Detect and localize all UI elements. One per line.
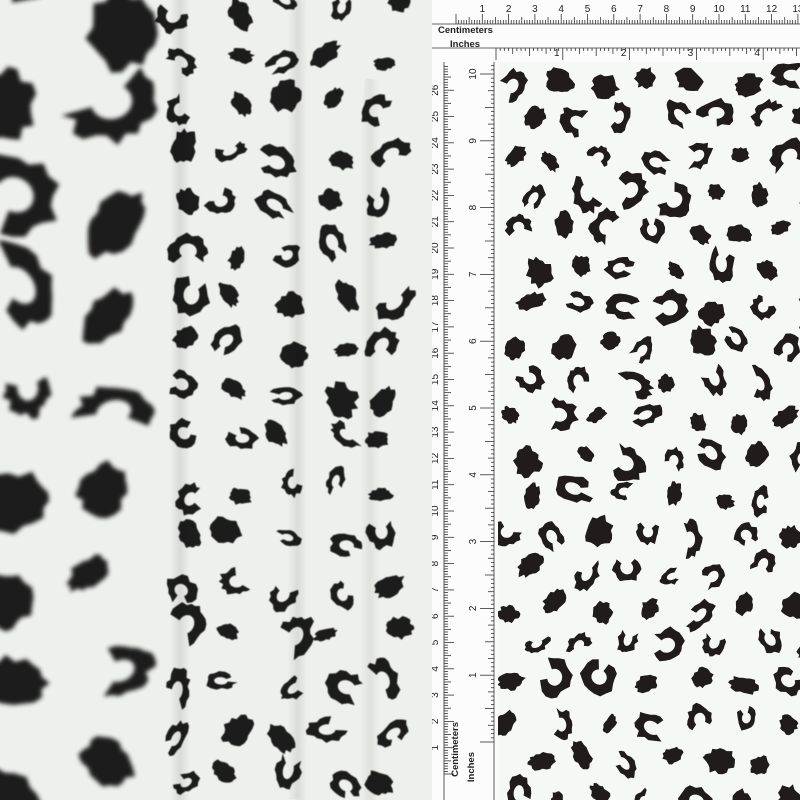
inch-tick-label: 4 (754, 48, 760, 59)
cm-tick-label: 12 (766, 4, 778, 15)
inch-tick-label: 7 (468, 271, 479, 277)
cm-tick-label: 13 (432, 426, 441, 438)
fabric-photo: 123456789101112131234 Centimeters Inches… (0, 0, 800, 800)
inch-tick-label: 3 (468, 538, 479, 544)
cm-tick-label: 26 (432, 84, 441, 96)
flat-leopard-print (498, 62, 800, 800)
cm-tick-label: 3 (432, 692, 441, 698)
cm-tick-label: 9 (690, 4, 696, 15)
inch-tick-label: 2 (468, 605, 479, 611)
inch-tick-label: 10 (468, 68, 479, 80)
cm-tick-label: 4 (432, 666, 441, 672)
cm-tick-label: 1 (432, 744, 441, 750)
cm-tick-label: 13 (792, 4, 800, 15)
ruler-left: 1234567891011121314151617181920212223242… (432, 62, 498, 800)
cm-tick-label: 12 (432, 452, 441, 464)
cm-tick-label: 17 (432, 321, 441, 333)
cm-tick-label: 2 (432, 718, 441, 724)
cm-tick-label: 10 (713, 4, 725, 15)
cm-tick-label: 10 (432, 505, 441, 517)
cm-tick-label: 1 (480, 4, 486, 15)
inch-tick-label: 1 (468, 672, 479, 678)
inch-tick-label: 8 (468, 204, 479, 210)
cm-tick-label: 24 (432, 137, 441, 149)
cm-tick-label: 8 (664, 4, 670, 15)
cm-tick-label: 18 (432, 295, 441, 307)
inch-tick-label: 4 (468, 472, 479, 478)
cm-tick-label: 2 (506, 4, 512, 15)
cm-tick-label: 16 (432, 347, 441, 359)
cm-tick-label: 8 (432, 560, 441, 566)
cm-tick-label: 11 (432, 479, 441, 490)
cm-tick-label: 21 (432, 216, 441, 228)
inches-label: Inches (450, 39, 481, 50)
flat-fabric-swatch (498, 62, 800, 800)
inches-label-vertical: Inches (466, 752, 477, 783)
cm-tick-label: 4 (558, 4, 564, 15)
inch-tick-label: 1 (554, 48, 560, 59)
centimeters-label: Centimeters (438, 25, 493, 36)
cm-tick-label: 7 (432, 587, 441, 593)
cm-tick-label: 6 (432, 613, 441, 619)
draped-leopard-print (0, 0, 432, 800)
draped-fabric-photo (0, 0, 432, 800)
cm-tick-label: 25 (432, 111, 441, 123)
inch-tick-label: 2 (621, 48, 627, 59)
inch-tick-label: 6 (468, 338, 479, 344)
inch-tick-label: 3 (688, 48, 694, 59)
cm-tick-label: 6 (611, 4, 617, 15)
cm-tick-label: 5 (432, 639, 441, 645)
cm-tick-label: 19 (432, 268, 441, 280)
cm-tick-label: 3 (532, 4, 538, 15)
inch-tick-label: 9 (468, 138, 479, 144)
ruler-left-scale: 1234567891011121314151617181920212223242… (432, 62, 495, 800)
cm-tick-label: 23 (432, 163, 441, 175)
cm-tick-label: 14 (432, 400, 441, 412)
cm-tick-label: 5 (585, 4, 591, 15)
cm-tick-label: 22 (432, 189, 441, 201)
cm-tick-label: 9 (432, 534, 441, 540)
cm-tick-label: 15 (432, 374, 441, 386)
centimeters-label-vertical: Centimeters (450, 722, 461, 777)
ruler-top: 123456789101112131234 Centimeters Inches (432, 0, 800, 62)
cm-tick-label: 7 (637, 4, 643, 15)
cm-tick-label: 11 (740, 4, 751, 15)
inch-tick-label: 5 (468, 405, 479, 411)
cm-tick-label: 20 (432, 242, 441, 254)
